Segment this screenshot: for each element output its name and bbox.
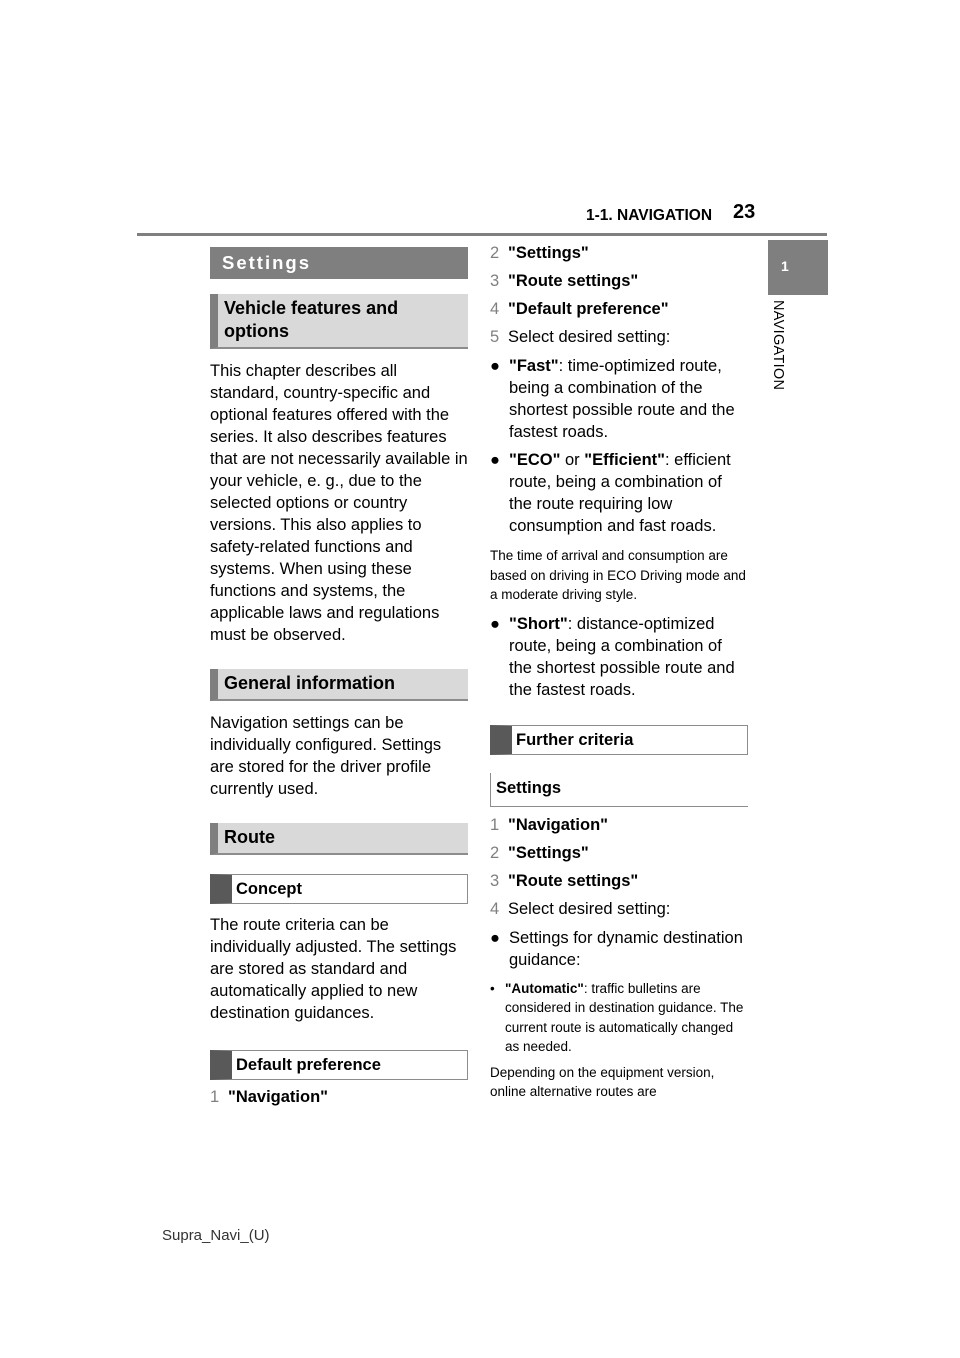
step-number: 2 [490, 843, 500, 862]
automatic-option: • "Automatic": traffic bulletins are cons… [490, 979, 748, 1057]
option-connector: or [560, 451, 585, 469]
doc-footer: Supra_Navi_(U) [162, 1227, 270, 1244]
step-label: Select desired setting: [508, 899, 671, 918]
step-number: 1 [490, 815, 500, 834]
default-preference-heading: Default preference [210, 1050, 468, 1080]
vehicle-features-text: This chapter describes all standard, cou… [210, 362, 468, 644]
step-number: 3 [490, 272, 500, 290]
option-name: "Automatic" [505, 980, 584, 996]
step-item: 4 "Default preference" [490, 295, 748, 323]
step-item: 4 Select desired setting: [490, 895, 748, 923]
step-label: "Settings" [508, 843, 589, 862]
bullet-icon: ● [490, 928, 500, 947]
step-item: 3 "Route settings" [490, 867, 748, 895]
small-bullet-icon: • [490, 980, 495, 996]
chapter-number: 1 [781, 258, 789, 274]
option-eco: ● "ECO" or "Efficient": efficient route, … [490, 449, 748, 537]
step-label: "Navigation" [228, 1088, 328, 1106]
step-item: 2 "Settings" [490, 239, 748, 267]
right-column: 2 "Settings" 3 "Route settings" 4 "Default … [490, 239, 748, 1102]
bullet-text: Settings for dynamic destination guidanc… [509, 928, 743, 969]
step-item: 5 Select desired setting: [490, 323, 748, 351]
concept-text: The route criteria can be individually a… [210, 916, 457, 1022]
further-criteria-heading: Further criteria [490, 724, 748, 755]
settings-heading: Settings [210, 247, 468, 279]
page-number: 23 [733, 201, 756, 223]
step-label: "Route settings" [508, 272, 639, 290]
step-item: 1 "Navigation" [490, 811, 748, 839]
step-item: 2 "Settings" [490, 839, 748, 867]
step-number: 4 [490, 300, 500, 318]
dynamic-guidance-bullet: ● Settings for dynamic destination guidan… [490, 927, 748, 971]
route-heading: Route [210, 823, 468, 855]
tail-text: Depending on the equipment version, onli… [490, 1064, 715, 1100]
section-title: 1-1. NAVIGATION [586, 207, 713, 224]
step-label: "Default preference" [508, 300, 669, 318]
chapter-tab [768, 240, 828, 295]
option-name-alt: "Efficient" [584, 451, 665, 469]
step-label: Select desired setting: [508, 328, 671, 346]
step-label: "Route settings" [508, 871, 639, 890]
settings-subheading: Settings [490, 772, 748, 807]
step-label: "Navigation" [508, 815, 608, 834]
note-text: The time of arrival and consumption are … [490, 548, 746, 602]
concept-heading: Concept [210, 874, 468, 904]
step-number: 4 [490, 899, 500, 918]
option-short: ● "Short": distance-optimized route, bein… [490, 613, 748, 701]
left-column: Settings Vehicle features and options Th… [210, 247, 468, 1111]
bullet-icon: ● [490, 357, 500, 375]
step-number: 5 [490, 328, 500, 346]
header-divider [137, 233, 827, 236]
step-item: 1 "Navigation" [210, 1083, 468, 1111]
general-info-text: Navigation settings can be individually … [210, 714, 442, 798]
step-item: 3 "Route settings" [490, 267, 748, 295]
option-fast: ● "Fast": time-optimized route, being a c… [490, 355, 748, 443]
vehicle-features-heading: Vehicle features and options [210, 294, 468, 349]
chapter-label-container: NAVIGATION [770, 300, 792, 415]
step-number: 2 [490, 244, 500, 262]
general-info-heading: General information [210, 669, 468, 701]
step-number: 3 [490, 871, 500, 890]
step-number: 1 [210, 1088, 220, 1106]
option-name: "Fast" [509, 357, 559, 375]
step-label: "Settings" [508, 244, 589, 262]
bullet-icon: ● [490, 451, 500, 469]
bullet-icon: ● [490, 614, 500, 633]
option-name: "ECO" [509, 451, 561, 469]
steps-list: 1 "Navigation" 2 "Settings" 3 "Route settin… [490, 811, 748, 923]
chapter-label: NAVIGATION [770, 300, 786, 391]
option-name: "Short" [509, 614, 568, 633]
